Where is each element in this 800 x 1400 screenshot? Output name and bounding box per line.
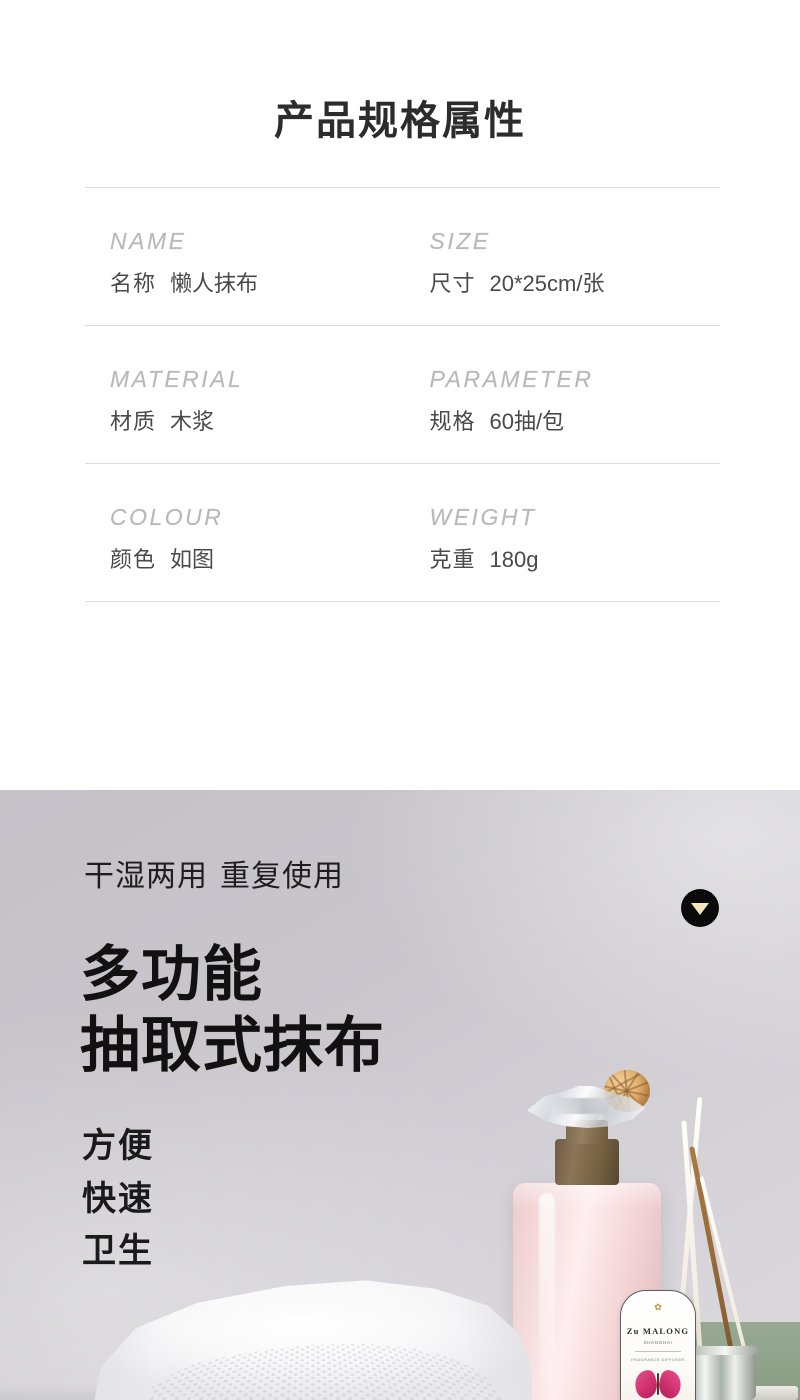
- spec-val-material: 木浆: [170, 409, 215, 434]
- bottle-shoulder-highlight: [513, 1183, 661, 1209]
- bottle-brand-subtitle: SHANGHAI: [643, 1340, 673, 1345]
- hero-kicker-part1: 干湿两用: [84, 860, 208, 893]
- scroll-down-badge[interactable]: [681, 889, 719, 927]
- bottle-brand-name: Zu MALONG: [626, 1326, 690, 1336]
- silver-vase: [694, 1350, 756, 1400]
- spec-value-material: 材质 木浆: [110, 411, 403, 433]
- spec-cell-material: MATERIAL 材质 木浆: [85, 366, 403, 433]
- spec-label-name: NAME: [110, 228, 187, 254]
- spec-value-size: 尺寸 20*25cm/张: [430, 273, 721, 295]
- bottle-collar-lower: [555, 1139, 619, 1185]
- spec-row: NAME 名称 懒人抹布 SIZE 尺寸 20*25cm/张: [85, 188, 720, 325]
- spec-cell-colour: COLOUR 颜色 如图: [85, 504, 403, 571]
- spec-cell-name: NAME 名称 懒人抹布: [85, 228, 403, 295]
- spec-val-size: 20*25cm/张: [489, 271, 605, 296]
- triangle-down-icon: [691, 902, 709, 915]
- bee-ornament-icon: ✿: [654, 1302, 662, 1312]
- spec-val-parameter: 60抽/包: [489, 409, 565, 434]
- crystal-cap-facet: [552, 1098, 614, 1114]
- spec-label-size: SIZE: [429, 228, 491, 254]
- spec-key-colour: 颜色: [110, 547, 157, 572]
- page-title: 产品规格属性: [274, 98, 526, 143]
- spec-value-name: 名称 懒人抹布: [110, 273, 403, 295]
- hero-feature-item: 卫生: [82, 1232, 154, 1271]
- hero-feature-list: 方便 快速 卫生: [82, 1120, 154, 1278]
- spec-label-parameter: PARAMETER: [429, 366, 594, 392]
- butterfly-icon: [631, 1368, 685, 1400]
- product-spec-section: 产品规格属性 NAME 名称 懒人抹布 SIZE 尺寸 20*25cm/张 MA…: [0, 0, 800, 790]
- embossed-cloth-folds: [92, 1280, 532, 1400]
- spec-label-material: MATERIAL: [110, 366, 244, 392]
- spec-val-colour: 如图: [170, 547, 215, 572]
- spec-table: NAME 名称懒人抹布 SIZE 尺寸 20*25cm/张 MATERIAL: [85, 187, 720, 602]
- spec-value-colour: 颜色 如图: [110, 549, 403, 571]
- vase-rim: [692, 1346, 758, 1355]
- bottle-highlight: [539, 1193, 555, 1383]
- spec-key-size: 尺寸: [429, 271, 476, 296]
- spec-key-name: 名称: [110, 271, 157, 296]
- bottle-label: ✿ Zu MALONG SHANGHAI FRAGRANCE DIFFUSER: [620, 1290, 696, 1400]
- spec-cell-parameter: PARAMETER 规格 60抽/包: [403, 366, 721, 433]
- bottle-label-rule: [635, 1351, 681, 1352]
- spec-val-name: 懒人抹布: [170, 271, 259, 296]
- spec-row: MATERIAL 材质 木浆 PARAMETER 规格 60抽/包: [85, 326, 720, 463]
- spec-key-material: 材质: [110, 409, 157, 434]
- hero-feature-item: 方便: [82, 1127, 154, 1165]
- spec-label-colour: COLOUR: [110, 504, 224, 530]
- hero-kicker-part2: 重复使用: [220, 860, 344, 893]
- spec-cell-weight: WEIGHT 克重 180g: [403, 504, 721, 571]
- hero-headline: 多功能 抽取式抹布: [80, 940, 385, 1082]
- spec-key-weight: 克重: [429, 547, 476, 572]
- spec-key-parameter: 规格: [429, 409, 476, 434]
- hero-headline-line1: 多功能: [80, 941, 263, 1008]
- spec-row: COLOUR 颜色 如图 WEIGHT 克重 180g: [85, 464, 720, 601]
- spec-val-weight: 180g: [489, 547, 539, 572]
- spec-value-weight: 克重 180g: [430, 549, 721, 571]
- spec-cell-size: SIZE 尺寸 20*25cm/张: [403, 228, 721, 295]
- hero-feature-item: 快速: [82, 1179, 154, 1218]
- spec-value-parameter: 规格 60抽/包: [430, 411, 721, 433]
- spec-divider-bottom: [85, 601, 720, 602]
- spec-label-weight: WEIGHT: [429, 504, 537, 530]
- hero-kicker: 干湿两用 重复使用: [84, 862, 344, 892]
- hero-headline-line2: 抽取式抹布: [80, 1011, 385, 1079]
- bottle-label-fineprint: FRAGRANCE DIFFUSER: [631, 1357, 685, 1362]
